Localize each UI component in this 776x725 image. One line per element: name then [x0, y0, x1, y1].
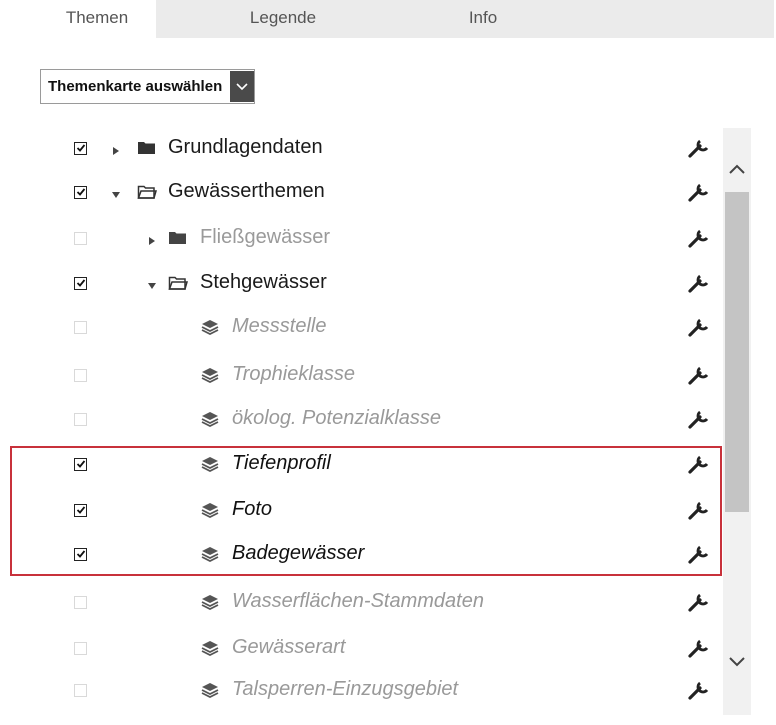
tree-row[interactable]: Fließgewässer — [0, 216, 722, 260]
wrench-icon[interactable] — [687, 590, 711, 614]
theme-map-select-label: Themenkarte auswählen — [48, 78, 223, 95]
tab-bar: Themen Legende Info — [38, 0, 774, 38]
layers-icon — [201, 594, 219, 611]
layer-checkbox[interactable] — [74, 277, 87, 290]
scroll-up-arrow-icon[interactable] — [726, 160, 748, 180]
tree-item-label: Talsperren-Einzugsgebiet — [232, 678, 459, 700]
tree-item-label: Gewässerthemen — [168, 180, 325, 202]
tree-item-label: Messstelle — [232, 315, 327, 337]
folder-open-icon — [137, 184, 157, 200]
theme-map-select[interactable]: Themenkarte auswählen — [40, 69, 256, 104]
layers-icon — [201, 640, 219, 657]
folder-icon — [168, 230, 188, 246]
layer-checkbox[interactable] — [74, 232, 87, 245]
tree-item-label: Stehgewässer — [200, 271, 327, 293]
wrench-icon[interactable] — [687, 363, 711, 387]
tab-legende-label: Legende — [249, 8, 317, 27]
tab-info[interactable]: Info — [428, 0, 538, 38]
caret-down-icon[interactable] — [147, 278, 157, 289]
tree-row[interactable]: Grundlagendaten — [0, 126, 722, 170]
chevron-down-icon[interactable] — [230, 71, 255, 102]
layers-icon — [201, 682, 219, 699]
tree-row[interactable]: Wasserflächen-Stammdaten — [0, 580, 722, 624]
wrench-icon[interactable] — [687, 678, 711, 702]
wrench-icon[interactable] — [687, 407, 711, 431]
caret-right-icon[interactable] — [147, 233, 157, 245]
folder-icon — [137, 140, 157, 156]
tab-info-label: Info — [468, 8, 498, 27]
tab-themen[interactable]: Themen — [38, 0, 156, 38]
layers-icon — [201, 411, 219, 428]
layer-checkbox[interactable] — [74, 642, 87, 655]
caret-right-icon[interactable] — [111, 143, 121, 155]
layers-icon — [201, 367, 219, 384]
layers-icon — [201, 319, 219, 336]
tree-item-label: Fließgewässer — [200, 226, 331, 248]
tab-legende[interactable]: Legende — [213, 0, 353, 38]
scrollbar-thumb[interactable] — [725, 192, 749, 512]
tree-item-label: Wasserflächen-Stammdaten — [232, 590, 484, 612]
wrench-icon[interactable] — [687, 136, 711, 160]
tree-row[interactable]: Trophieklasse — [0, 353, 722, 397]
layer-checkbox[interactable] — [74, 684, 87, 697]
folder-open-icon — [168, 275, 188, 291]
tree-item-label: Gewässerart — [232, 636, 346, 658]
wrench-icon[interactable] — [687, 226, 711, 250]
layer-checkbox[interactable] — [74, 186, 87, 199]
layer-checkbox[interactable] — [74, 413, 87, 426]
tree-row[interactable]: Stehgewässer — [0, 261, 722, 305]
wrench-icon[interactable] — [687, 271, 711, 295]
layer-checkbox[interactable] — [74, 321, 87, 334]
tree-row[interactable]: Gewässerart — [0, 626, 722, 670]
scroll-down-arrow-icon[interactable] — [726, 652, 748, 672]
tree-row[interactable]: Talsperren-Einzugsgebiet — [0, 668, 722, 712]
highlight-box — [10, 446, 722, 576]
tree-item-label: Trophieklasse — [232, 363, 356, 385]
layer-checkbox[interactable] — [74, 369, 87, 382]
layer-checkbox[interactable] — [74, 142, 87, 155]
wrench-icon[interactable] — [687, 636, 711, 660]
tree-row[interactable]: Gewässerthemen — [0, 170, 722, 214]
layer-checkbox[interactable] — [74, 596, 87, 609]
tab-themen-label: Themen — [65, 8, 129, 27]
tree-row[interactable]: ökolog. Potenzialklasse — [0, 397, 722, 441]
wrench-icon[interactable] — [687, 180, 711, 204]
tree-item-label: ökolog. Potenzialklasse — [232, 407, 442, 429]
tree-item-label: Grundlagendaten — [168, 136, 323, 158]
tree-row[interactable]: Messstelle — [0, 305, 722, 349]
caret-down-icon[interactable] — [111, 187, 121, 198]
wrench-icon[interactable] — [687, 315, 711, 339]
